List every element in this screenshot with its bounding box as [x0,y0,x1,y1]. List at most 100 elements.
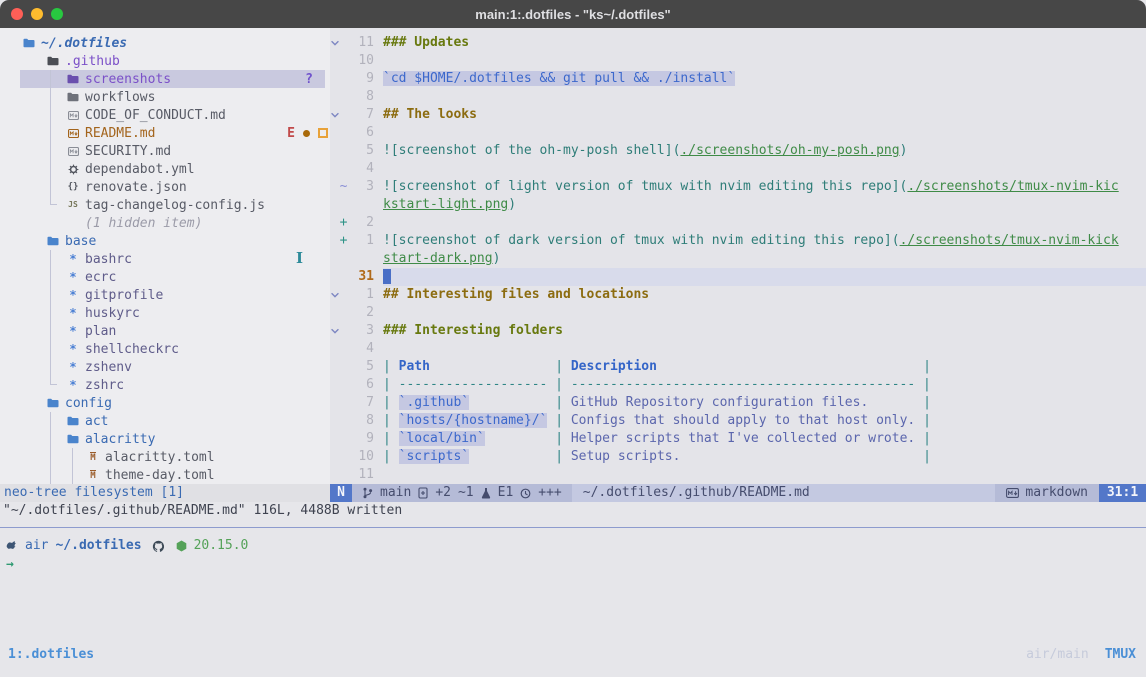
editor-line[interactable]: start-dark.png) [330,250,1146,268]
md-pipe-segment: | ------------------- | ----------------… [383,377,931,392]
gutter-gap [374,34,383,52]
window-title: main:1:.dotfiles - "ks~/.dotfiles" [475,7,670,22]
prompt-hostname: air [25,537,48,555]
tmux-pane-border[interactable] [0,527,1146,528]
md-plain-segment [485,431,555,446]
editor-line[interactable]: 9`cd $HOME/.dotfiles && git pull && ./in… [330,70,1146,88]
tree-item-label: (1 hidden item) [85,216,202,231]
fold-column [330,394,339,412]
editor-line[interactable]: 8 [330,88,1146,106]
editor-line[interactable]: ~3![screenshot of light version of tmux … [330,178,1146,196]
git-untracked-badge: ? [305,72,313,87]
md-code-segment: `hosts/{hostname}/` [399,413,548,428]
sign-column [339,340,348,358]
editor-line[interactable]: 4 [330,340,1146,358]
md-code-segment: `cd $HOME/.dotfiles && git pull && ./ins… [383,71,735,86]
editor-line[interactable]: 3### Interesting folders [330,322,1146,340]
editor-line[interactable]: 7| `.github` | GitHub Repository configu… [330,394,1146,412]
editor-line[interactable]: 6 [330,124,1146,142]
tree-item-base[interactable]: base [0,232,330,250]
editor-line[interactable]: +2 [330,214,1146,232]
clock-icon [520,488,531,499]
traffic-lights [11,8,63,20]
sign-column [339,88,348,106]
md-desc-segment: Helper scripts that I've collected or wr… [571,431,915,446]
editor-line[interactable]: 2 [330,304,1146,322]
md-link-segment: ./screenshots/tmux-nvim-kic [907,179,1118,194]
github-icon [152,540,165,553]
md-pipe-segment: | [555,449,571,464]
gutter-gap [374,286,383,304]
editor-line[interactable]: 6| ------------------- | ---------------… [330,376,1146,394]
sign-column [339,466,348,484]
fold-column [330,70,339,88]
diff-added-count: +2 [435,484,451,502]
star-icon: * [66,271,80,283]
editor-line[interactable]: 8| `hosts/{hostname}/` | Configs that sh… [330,412,1146,430]
tree-item-label: dependabot.yml [85,162,195,177]
node-icon [176,540,187,552]
sign-column [339,430,348,448]
tree-item-label: act [85,414,108,429]
line-number: 7 [348,394,374,412]
gear-icon [66,164,80,175]
tree-item-.github[interactable]: .github [0,52,330,70]
line-number [348,250,374,268]
minimize-button[interactable] [31,8,43,20]
md-plain-segment [868,395,923,410]
editor-line[interactable]: 5| Path | Description | [330,358,1146,376]
tree-item-label: config [65,396,112,411]
md-link-segment: kstart-light.png [383,197,508,212]
sign-column [339,142,348,160]
line-number: 7 [348,106,374,124]
editor-line[interactable]: 4 [330,160,1146,178]
tree-item-label: SECURITY.md [85,144,171,159]
md-pipe-segment: | [383,359,399,374]
md-pipe-segment: | [383,395,399,410]
editor-line-text: | ------------------- | ----------------… [383,376,931,394]
line-number: 10 [348,448,374,466]
indent-guide [50,204,57,205]
tree-item--.dotfiles[interactable]: ~/.dotfiles [0,34,330,52]
fold-column [330,250,339,268]
prompt-arrow[interactable]: → [6,556,14,574]
editor-line[interactable]: 5![screenshot of the oh-my-posh shell](.… [330,142,1146,160]
cursor-position: 31:1 [1099,484,1146,502]
tree-item-label: huskyrc [85,306,140,321]
editor-line-text: `cd $HOME/.dotfiles && git pull && ./ins… [383,70,735,88]
editor-line[interactable]: kstart-light.png) [330,196,1146,214]
md-plain-segment [680,449,923,464]
editor-line[interactable]: 9| `local/bin` | Helper scripts that I'v… [330,430,1146,448]
fold-column [330,268,339,286]
sign-column [339,34,348,52]
tree-item-label: ~/.dotfiles [41,36,127,51]
editor-line[interactable]: 10| `scripts` | Setup scripts. | [330,448,1146,466]
editor-line[interactable]: 11### Updates [330,34,1146,52]
tmux-window-name[interactable]: 1:.dotfiles [8,646,94,664]
tmux-label: TMUX [1105,646,1136,664]
fold-chevron-icon[interactable] [330,286,339,304]
star-icon: * [66,289,80,301]
editor-line[interactable]: 1## Interesting files and locations [330,286,1146,304]
editor-line[interactable]: +1![screenshot of dark version of tmux w… [330,232,1146,250]
editor-line[interactable]: 10 [330,52,1146,70]
gutter-gap [374,430,383,448]
editor-line[interactable]: 31 [330,268,1146,286]
editor-line[interactable]: 11 [330,466,1146,484]
statusline-filepath: ~/.dotfiles/.github/README.md [572,484,996,502]
fold-chevron-icon[interactable] [330,34,339,52]
gutter-gap [374,160,383,178]
indent-guide [50,250,51,385]
fold-chevron-icon[interactable] [330,322,339,340]
fold-column [330,196,339,214]
tree-item-config[interactable]: config [0,394,330,412]
editor-line[interactable]: 7## The looks [330,106,1146,124]
tree-item--1-hidden-item-[interactable]: (1 hidden item) [0,214,330,232]
sign-column [339,70,348,88]
line-number: 5 [348,358,374,376]
md-code-segment: `.github` [399,395,469,410]
close-button[interactable] [11,8,23,20]
fold-chevron-icon[interactable] [330,106,339,124]
zoom-button[interactable] [51,8,63,20]
md-h2-segment: ## Interesting files and locations [383,287,649,302]
